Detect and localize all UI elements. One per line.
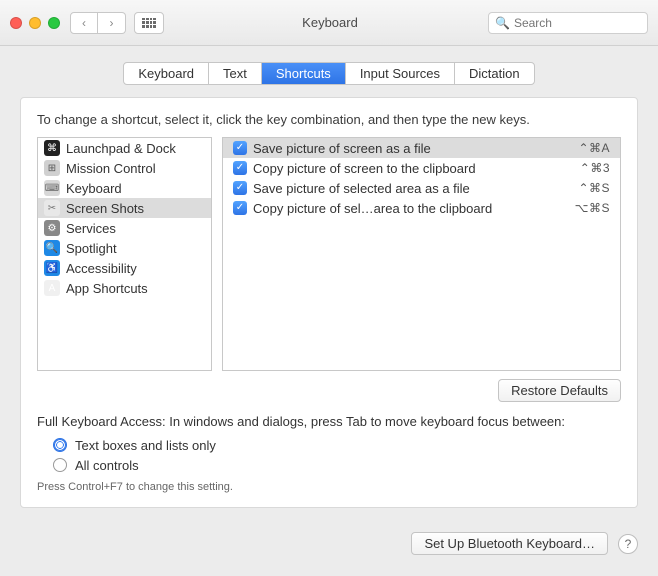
shortcut-checkbox[interactable]: ✓	[233, 161, 247, 175]
shortcut-checkbox[interactable]: ✓	[233, 181, 247, 195]
category-screen-shots[interactable]: ✂ Screen Shots	[38, 198, 211, 218]
tab-row: KeyboardTextShortcutsInput SourcesDictat…	[0, 46, 658, 97]
shortcuts-panel: To change a shortcut, select it, click t…	[20, 97, 638, 508]
category-label: Services	[66, 221, 116, 236]
tab-dictation[interactable]: Dictation	[455, 63, 534, 84]
close-icon[interactable]	[10, 17, 22, 29]
minimize-icon[interactable]	[29, 17, 41, 29]
shortcut-checkbox[interactable]: ✓	[233, 201, 247, 215]
fka-hint: Press Control+F7 to change this setting.	[37, 481, 621, 493]
titlebar: ‹ › Keyboard 🔍	[0, 0, 658, 46]
fka-label: Full Keyboard Access: In windows and dia…	[37, 414, 621, 429]
category-label: Spotlight	[66, 241, 117, 256]
chevron-right-icon: ›	[110, 16, 114, 30]
instruction-text: To change a shortcut, select it, click t…	[37, 112, 621, 127]
apps-icon: A	[44, 280, 60, 296]
nav-buttons: ‹ ›	[70, 12, 126, 34]
category-accessibility[interactable]: ♿ Accessibility	[38, 258, 211, 278]
window-title: Keyboard	[172, 15, 488, 30]
shortcut-label: Copy picture of sel…area to the clipboar…	[253, 201, 575, 216]
mission-icon: ⊞	[44, 160, 60, 176]
category-label: Mission Control	[66, 161, 156, 176]
shortcut-row[interactable]: ✓ Copy picture of screen to the clipboard…	[223, 158, 620, 178]
shortcut-row[interactable]: ✓ Save picture of screen as a file⌃⌘A	[223, 138, 620, 158]
fka-option[interactable]: All controls	[53, 455, 621, 475]
category-launchpad-dock[interactable]: ⌘ Launchpad & Dock	[38, 138, 211, 158]
help-button[interactable]: ?	[618, 534, 638, 554]
category-mission-control[interactable]: ⊞ Mission Control	[38, 158, 211, 178]
forward-button[interactable]: ›	[98, 12, 126, 34]
radio-button[interactable]	[53, 458, 67, 472]
category-label: App Shortcuts	[66, 281, 148, 296]
tab-keyboard[interactable]: Keyboard	[124, 63, 209, 84]
category-spotlight[interactable]: 🔍 Spotlight	[38, 238, 211, 258]
shortcut-keys: ⌃⌘S	[578, 181, 616, 195]
category-label: Accessibility	[66, 261, 137, 276]
shortcut-row[interactable]: ✓ Copy picture of sel…area to the clipboa…	[223, 198, 620, 218]
category-keyboard[interactable]: ⌨ Keyboard	[38, 178, 211, 198]
search-icon: 🔍	[495, 16, 510, 30]
tab-shortcuts[interactable]: Shortcuts	[262, 63, 346, 84]
radio-label: Text boxes and lists only	[75, 438, 216, 453]
shortcut-label: Copy picture of screen to the clipboard	[253, 161, 580, 176]
full-keyboard-access: Full Keyboard Access: In windows and dia…	[37, 414, 621, 493]
access-icon: ♿	[44, 260, 60, 276]
tab-segment: KeyboardTextShortcutsInput SourcesDictat…	[123, 62, 534, 85]
shortcut-label: Save picture of screen as a file	[253, 141, 578, 156]
restore-defaults-button[interactable]: Restore Defaults	[498, 379, 621, 402]
tab-input-sources[interactable]: Input Sources	[346, 63, 455, 84]
shortcut-keys: ⌥⌘S	[575, 201, 616, 215]
shortcut-label: Save picture of selected area as a file	[253, 181, 578, 196]
launchpad-icon: ⌘	[44, 140, 60, 156]
chevron-left-icon: ‹	[82, 16, 86, 30]
shortcut-keys: ⌃⌘3	[580, 161, 616, 175]
search-input[interactable]	[514, 16, 641, 30]
category-label: Launchpad & Dock	[66, 141, 176, 156]
radio-button[interactable]	[53, 438, 67, 452]
setup-bluetooth-button[interactable]: Set Up Bluetooth Keyboard…	[411, 532, 608, 555]
zoom-icon[interactable]	[48, 17, 60, 29]
category-services[interactable]: ⚙ Services	[38, 218, 211, 238]
search-field[interactable]: 🔍	[488, 12, 648, 34]
keyboard-icon: ⌨	[44, 180, 60, 196]
shortcut-row[interactable]: ✓ Save picture of selected area as a file…	[223, 178, 620, 198]
back-button[interactable]: ‹	[70, 12, 98, 34]
category-label: Screen Shots	[66, 201, 144, 216]
shortcut-checkbox[interactable]: ✓	[233, 141, 247, 155]
spotlight-icon: 🔍	[44, 240, 60, 256]
radio-label: All controls	[75, 458, 139, 473]
grid-icon	[142, 18, 156, 28]
tab-text[interactable]: Text	[209, 63, 262, 84]
services-icon: ⚙	[44, 220, 60, 236]
category-app-shortcuts[interactable]: A App Shortcuts	[38, 278, 211, 298]
window-controls	[10, 17, 60, 29]
fka-option[interactable]: Text boxes and lists only	[53, 435, 621, 455]
bottom-bar: Set Up Bluetooth Keyboard… ?	[0, 522, 658, 569]
shortcut-list[interactable]: ✓ Save picture of screen as a file⌃⌘A ✓ Cop…	[222, 137, 621, 371]
shortcut-keys: ⌃⌘A	[578, 141, 616, 155]
help-icon: ?	[625, 537, 632, 551]
show-all-button[interactable]	[134, 12, 164, 34]
category-label: Keyboard	[66, 181, 122, 196]
category-list[interactable]: ⌘ Launchpad & Dock ⊞ Mission Control ⌨ Keyboa…	[37, 137, 212, 371]
screen-icon: ✂	[44, 200, 60, 216]
